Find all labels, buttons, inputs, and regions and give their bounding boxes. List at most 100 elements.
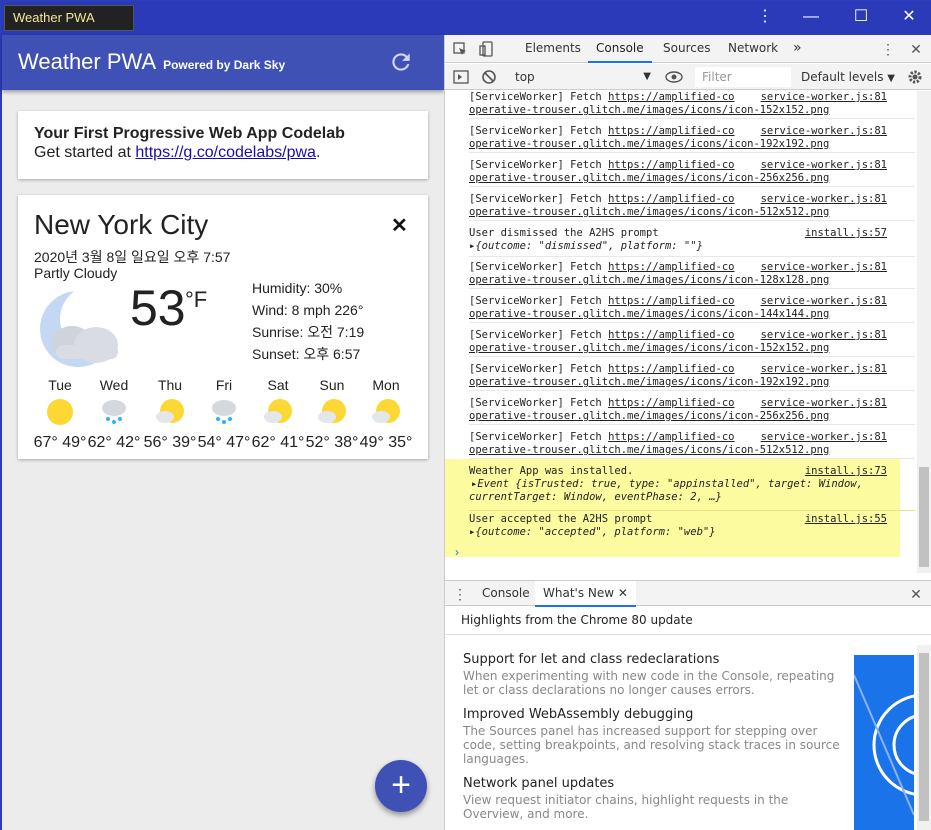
forecast-day-name: Mon (372, 377, 400, 393)
log-link[interactable]: https://amplified-co (608, 193, 734, 205)
tab-network[interactable]: Network (728, 35, 778, 63)
drawer-tab-label: What's New (543, 586, 615, 600)
log-source[interactable]: service-worker.js:81 (761, 329, 887, 342)
log-entry: [ServiceWorker] Fetch https://amplified-… (469, 91, 915, 119)
log-levels-dropdown[interactable]: Default levels ▼ (801, 68, 895, 88)
log-entry: [ServiceWorker] Fetch https://amplified-… (469, 431, 915, 459)
vertical-dots-icon[interactable]: ⋮ (877, 35, 899, 63)
forecast-day-name: Tue (48, 377, 72, 393)
log-entry: Weather App was installed. install.js:73 ▸… (469, 465, 915, 511)
forecast-day: Tue 67° 49° (32, 377, 88, 452)
minimize-icon[interactable]: — (788, 1, 834, 33)
news-title: Network panel updates (463, 776, 615, 791)
log-link-continued[interactable]: operative-trouser.glitch.me/images/icons… (469, 274, 829, 286)
news-item[interactable]: Network panel updates View request initi… (463, 775, 843, 821)
inspect-element-icon[interactable] (453, 42, 467, 56)
sidebar-toggle-icon[interactable] (453, 70, 469, 84)
chrome-update-graphic (854, 655, 914, 830)
log-source[interactable]: install.js:73 (805, 465, 887, 478)
eye-icon[interactable] (665, 70, 683, 84)
log-link[interactable]: https://amplified-co (608, 125, 734, 137)
close-drawer-icon[interactable]: ✕ (905, 580, 927, 608)
console-scrollbar[interactable] (917, 91, 931, 573)
temperature-unit: °F (185, 287, 208, 312)
clear-console-icon[interactable] (481, 69, 497, 85)
log-source[interactable]: install.js:55 (805, 513, 887, 526)
log-source[interactable]: install.js:57 (805, 227, 887, 240)
device-toolbar-icon[interactable] (479, 41, 493, 57)
whats-new-scrollbar[interactable] (917, 645, 931, 830)
filter-input[interactable]: Filter (695, 67, 791, 87)
log-source[interactable]: service-worker.js:81 (761, 91, 887, 104)
close-tab-icon[interactable]: ✕ (618, 586, 628, 600)
log-text: [ServiceWorker] Fetch (469, 363, 609, 375)
log-link-continued[interactable]: operative-trouser.glitch.me/images/icons… (469, 308, 829, 320)
dropdown-arrow-icon: ▼ (643, 71, 651, 82)
weather-details: Humidity: 30% Wind: 8 mph 226° Sunrise: … (252, 281, 364, 369)
log-link[interactable]: https://amplified-co (608, 363, 734, 375)
maximize-icon[interactable]: ☐ (838, 1, 884, 33)
forecast: Tue 67° 49° Wed 62° 42° Thu 56° 39° Fri (32, 377, 422, 453)
forecast-day: Sat 62° 41° (250, 377, 306, 452)
log-source[interactable]: service-worker.js:81 (761, 193, 887, 206)
log-link[interactable]: https://amplified-co (608, 159, 734, 171)
log-link[interactable]: https://amplified-co (608, 261, 734, 273)
browser-window: Weather PWA ⋮ — ☐ ✕ Weather PWA Powered … (0, 0, 931, 830)
log-source[interactable]: service-worker.js:81 (761, 295, 887, 308)
weather-card: New York City ✕ 2020년 3월 8일 일요일 오후 7:57 … (18, 195, 428, 459)
context-selector[interactable]: top ▼ (515, 68, 651, 86)
window-title[interactable]: Weather PWA (4, 5, 134, 31)
log-link-continued[interactable]: operative-trouser.glitch.me/images/icons… (469, 342, 829, 354)
log-link-continued[interactable]: operative-trouser.glitch.me/images/icons… (469, 138, 829, 150)
close-icon[interactable]: ✕ (886, 1, 931, 33)
console-prompt-icon[interactable]: › (455, 545, 459, 559)
log-link[interactable]: https://amplified-co (608, 91, 734, 103)
log-link-continued[interactable]: operative-trouser.glitch.me/images/icons… (469, 206, 829, 218)
drawer-tab-whats-new[interactable]: What's New ✕ (535, 581, 636, 607)
log-link-continued[interactable]: operative-trouser.glitch.me/images/icons… (469, 376, 829, 388)
log-link-continued[interactable]: operative-trouser.glitch.me/images/icons… (469, 172, 829, 184)
news-item[interactable]: Support for let and class redeclarations… (463, 651, 843, 697)
log-source[interactable]: service-worker.js:81 (761, 431, 887, 444)
log-object[interactable]: ▸{outcome: "accepted", platform: "web"} (469, 526, 716, 538)
tab-sources[interactable]: Sources (663, 35, 710, 63)
log-entry: [ServiceWorker] Fetch https://amplified-… (469, 295, 915, 323)
log-source[interactable]: service-worker.js:81 (761, 397, 887, 410)
close-icon[interactable]: ✕ (391, 213, 408, 238)
log-link[interactable]: https://amplified-co (608, 397, 734, 409)
log-source[interactable]: service-worker.js:81 (761, 159, 887, 172)
add-city-button[interactable]: + (375, 760, 427, 812)
forecast-day-name: Wed (99, 377, 129, 393)
news-item[interactable]: Improved WebAssembly debugging The Sourc… (463, 706, 843, 766)
log-source[interactable]: service-worker.js:81 (761, 125, 887, 138)
scrollbar-thumb[interactable] (919, 653, 929, 821)
log-link-continued[interactable]: operative-trouser.glitch.me/images/icons… (469, 104, 829, 116)
log-entry: [ServiceWorker] Fetch https://amplified-… (469, 329, 915, 357)
log-object[interactable]: ▸Event {isTrusted: true, type: "appinsta… (469, 478, 863, 490)
log-link-continued[interactable]: operative-trouser.glitch.me/images/icons… (469, 410, 829, 422)
log-link[interactable]: https://amplified-co (608, 295, 734, 307)
codelab-link[interactable]: https://g.co/codelabs/pwa (135, 144, 316, 161)
log-text: [ServiceWorker] Fetch (469, 261, 609, 273)
log-link[interactable]: https://amplified-co (608, 329, 734, 341)
forecast-temps: 49° 35° (359, 434, 413, 451)
refresh-icon[interactable] (388, 49, 414, 75)
drawer-tab-console[interactable]: Console (482, 581, 530, 607)
log-link[interactable]: https://amplified-co (608, 431, 734, 443)
vertical-dots-icon[interactable]: ⋮ (449, 580, 471, 608)
log-object[interactable]: ▸{outcome: "dismissed", platform: ""} (469, 240, 703, 252)
log-entry: [ServiceWorker] Fetch https://amplified-… (469, 363, 915, 391)
log-text: [ServiceWorker] Fetch (469, 125, 609, 137)
log-source[interactable]: service-worker.js:81 (761, 363, 887, 376)
close-devtools-icon[interactable]: ✕ (905, 35, 927, 63)
gear-icon[interactable] (907, 69, 923, 85)
tab-console[interactable]: Console (588, 35, 652, 63)
tab-elements[interactable]: Elements (525, 35, 581, 63)
log-object-text: Event {isTrusted: true, type: "appinstal… (477, 478, 863, 490)
log-link-continued[interactable]: operative-trouser.glitch.me/images/icons… (469, 444, 829, 456)
log-text: [ServiceWorker] Fetch (469, 295, 609, 307)
vertical-dots-icon[interactable]: ⋮ (742, 1, 788, 33)
log-source[interactable]: service-worker.js:81 (761, 261, 887, 274)
more-tabs-icon[interactable]: » (793, 35, 802, 63)
scrollbar-thumb[interactable] (919, 467, 929, 567)
